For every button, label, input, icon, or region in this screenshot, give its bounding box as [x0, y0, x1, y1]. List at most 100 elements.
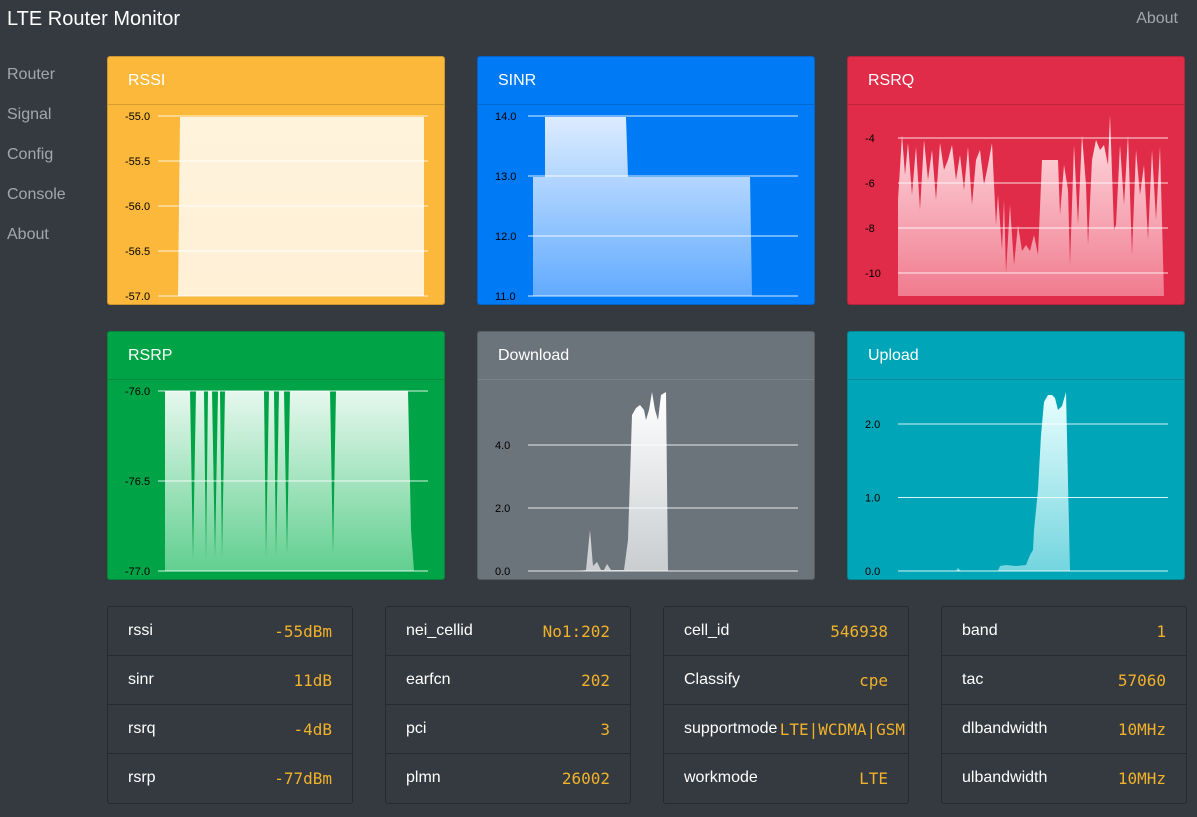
stat-row: ulbandwidth 10MHz — [942, 754, 1186, 803]
rsrq-chart: -4 -6 -8 -10 — [865, 115, 1168, 296]
stat-row: rsrq -4dB — [108, 705, 352, 754]
rsrq-card-title: RSRQ — [848, 57, 1184, 105]
app-title[interactable]: LTE Router Monitor — [7, 8, 180, 31]
upload-area-series — [898, 392, 1070, 571]
stat-row: workmode LTE — [664, 754, 908, 803]
sidebar-item-config[interactable]: Config — [0, 140, 100, 180]
stat-key: Classify — [684, 671, 741, 688]
stats-card-signal: rssi -55dBm sinr 11dB rsrq -4dB rsrp -77dBm — [107, 606, 353, 804]
stat-row: tac 57060 — [942, 656, 1186, 705]
sidebar-item-signal[interactable]: Signal — [0, 100, 100, 140]
rssi-card-title: RSSI — [108, 57, 444, 105]
rssi-chart-card: RSSI -55.0 -55.5 -56.0 -56.5 -57.0 — [107, 56, 445, 305]
rsrq-area-series — [898, 115, 1164, 296]
sinr-y-tick-label: 12.0 — [495, 231, 516, 243]
stat-key: band — [962, 622, 998, 639]
sidebar-item-router[interactable]: Router — [0, 60, 100, 100]
upload-y-tick-label: 0.0 — [865, 566, 880, 578]
download-y-tick-label: 4.0 — [495, 440, 510, 452]
upload-chart-card: Upload 2.0 1.0 0.0 — [847, 331, 1185, 580]
rsrp-card-title: RSRP — [108, 332, 444, 380]
sinr-area-series — [533, 117, 752, 296]
rssi-y-tick-label: -55.5 — [125, 156, 150, 168]
rsrq-y-tick-label: -4 — [865, 133, 875, 145]
upload-y-tick-label: 2.0 — [865, 419, 880, 431]
stat-value: 10MHz — [1117, 769, 1166, 788]
stat-key: tac — [962, 671, 984, 688]
stat-key: dlbandwidth — [962, 720, 1048, 737]
top-navbar: LTE Router Monitor About — [0, 0, 1197, 40]
stat-value: cpe — [859, 671, 888, 690]
stat-row: nei_cellid No1:202 — [386, 607, 630, 656]
stats-card-band: band 1 tac 57060 dlbandwidth 10MHz ulbandwi… — [941, 606, 1187, 804]
sidebar-item-console[interactable]: Console — [0, 180, 100, 220]
stat-value: -4dB — [293, 720, 332, 739]
stat-row: plmn 26002 — [386, 754, 630, 803]
stats-card-neighbor: nei_cellid No1:202 earfcn 202 pci 3 plmn 260… — [385, 606, 631, 804]
sidebar-item-about[interactable]: About — [0, 220, 100, 260]
sidebar: Router Signal Config Console About — [0, 60, 100, 260]
stat-key: plmn — [406, 769, 441, 786]
rsrq-y-tick-label: -6 — [865, 178, 875, 190]
download-y-tick-label: 0.0 — [495, 566, 510, 578]
rsrq-y-tick-label: -8 — [865, 223, 875, 235]
download-area-series — [528, 392, 704, 571]
stat-key: rssi — [128, 622, 153, 639]
rssi-chart: -55.0 -55.5 -56.0 -56.5 -57.0 — [125, 111, 428, 303]
stat-key: rsrp — [128, 769, 156, 786]
stat-row: cell_id 546938 — [664, 607, 908, 656]
rssi-y-tick-label: -56.0 — [125, 201, 150, 213]
stat-value: 57060 — [1117, 671, 1166, 690]
sinr-y-tick-label: 14.0 — [495, 111, 516, 123]
stat-row: supportmode LTE|WCDMA|GSM — [664, 705, 908, 754]
top-about-link[interactable]: About — [1136, 10, 1178, 28]
stat-value: 1 — [1156, 622, 1166, 641]
stat-row: band 1 — [942, 607, 1186, 656]
sinr-card-title: SINR — [478, 57, 814, 105]
sinr-y-tick-label: 11.0 — [495, 291, 516, 303]
stat-value: 10MHz — [1117, 720, 1166, 739]
rsrq-y-tick-label: -10 — [865, 268, 881, 280]
upload-chart: 2.0 1.0 0.0 — [865, 392, 1168, 578]
rsrp-y-tick-label: -76.5 — [125, 476, 150, 488]
stat-row: rssi -55dBm — [108, 607, 352, 656]
rssi-y-tick-label: -57.0 — [125, 291, 150, 303]
stat-value: 546938 — [830, 622, 888, 641]
stat-value: -77dBm — [274, 769, 332, 788]
stat-value: 11dB — [293, 671, 332, 690]
stat-key: ulbandwidth — [962, 769, 1048, 786]
stat-row: Classify cpe — [664, 656, 908, 705]
stat-key: rsrq — [128, 720, 156, 737]
stat-value: LTE — [859, 769, 888, 788]
download-y-tick-label: 2.0 — [495, 503, 510, 515]
stat-row: earfcn 202 — [386, 656, 630, 705]
stat-value: No1:202 — [542, 622, 610, 641]
sinr-chart-card: SINR 14.0 13.0 12.0 11.0 — [477, 56, 815, 305]
rsrp-chart-card: RSRP -76.0 -76.5 -77.0 — [107, 331, 445, 580]
stat-key: cell_id — [684, 622, 730, 639]
stat-key: earfcn — [406, 671, 451, 688]
download-card-title: Download — [478, 332, 814, 380]
stat-row: sinr 11dB — [108, 656, 352, 705]
stat-key: sinr — [128, 671, 154, 688]
stat-row: rsrp -77dBm — [108, 754, 352, 803]
rsrp-y-tick-label: -77.0 — [125, 566, 150, 578]
stat-value: -55dBm — [274, 622, 332, 641]
rsrp-chart: -76.0 -76.5 -77.0 — [125, 386, 428, 578]
stat-key: workmode — [684, 769, 758, 786]
rsrp-y-tick-label: -76.0 — [125, 386, 150, 398]
stat-key: pci — [406, 720, 427, 737]
rssi-y-tick-label: -55.0 — [125, 111, 150, 123]
stats-card-cell: cell_id 546938 Classify cpe supportmode LTE… — [663, 606, 909, 804]
download-chart: 4.0 2.0 0.0 — [495, 392, 798, 578]
stat-value: 3 — [600, 720, 610, 739]
stat-value: 26002 — [561, 769, 610, 788]
sinr-chart: 14.0 13.0 12.0 11.0 — [495, 111, 798, 303]
stat-key: nei_cellid — [406, 622, 473, 639]
stat-row: dlbandwidth 10MHz — [942, 705, 1186, 754]
download-chart-card: Download 4.0 2.0 0.0 — [477, 331, 815, 580]
upload-y-tick-label: 1.0 — [865, 493, 880, 505]
stat-key: supportmode — [684, 720, 778, 737]
stat-value: LTE|WCDMA|GSM — [779, 720, 905, 739]
stat-value: 202 — [581, 671, 610, 690]
